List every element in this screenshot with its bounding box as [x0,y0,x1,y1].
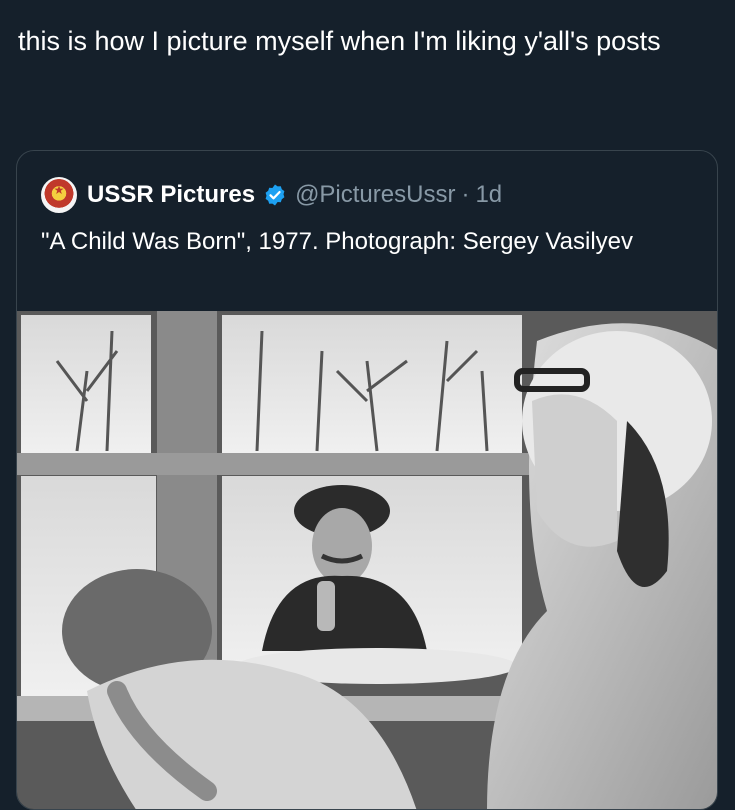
verified-badge-icon [265,184,285,206]
father-face [312,508,372,584]
ussr-emblem-icon: ★ [53,183,65,197]
tweet-photo[interactable] [17,311,717,809]
handle[interactable]: @PicturesUssr [295,181,455,209]
tweet-text: this is how I picture myself when I'm li… [18,26,661,56]
display-name[interactable]: USSR Pictures [87,181,255,209]
thumbs-up-hand [317,581,335,631]
separator-dot: · [461,181,470,208]
quoted-tweet-header: ★ USSR Pictures @PicturesUssr · 1d [41,177,502,213]
avatar[interactable]: ★ [41,177,77,213]
window-pane [222,315,522,453]
timestamp[interactable]: 1d [475,181,502,209]
quoted-tweet-text: "A Child Was Born", 1977. Photograph: Se… [41,228,634,255]
quoted-tweet-card[interactable]: ★ USSR Pictures @PicturesUssr · 1d "A Ch… [16,150,718,810]
black-and-white-photo [17,311,717,809]
